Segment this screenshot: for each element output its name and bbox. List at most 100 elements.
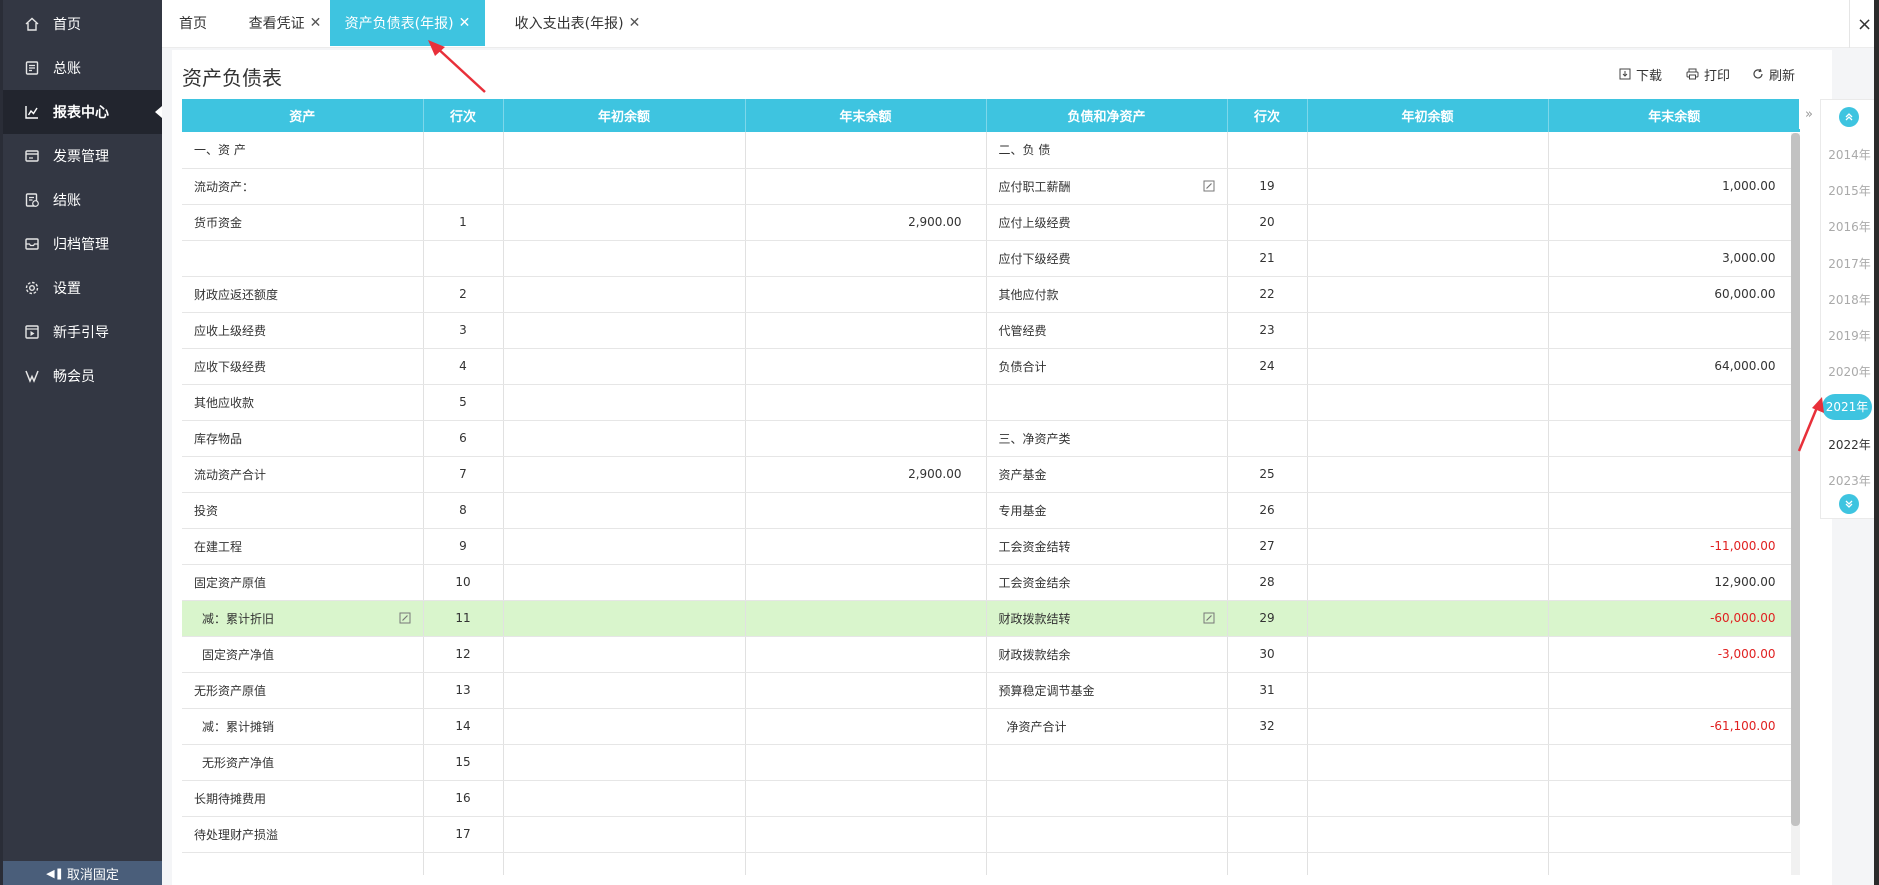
liability-end-balance-cell[interactable] — [1548, 420, 1800, 457]
asset-begin-balance-cell[interactable] — [503, 420, 746, 457]
liability-end-balance-cell[interactable]: 1,000.00 — [1548, 168, 1800, 205]
year-option[interactable]: 2014年 — [1820, 146, 1879, 163]
collapse-year-panel-button[interactable]: » — [1799, 99, 1819, 129]
asset-end-balance-cell[interactable] — [745, 816, 987, 853]
liability-begin-balance-cell[interactable] — [1307, 636, 1549, 673]
liability-end-balance-cell[interactable] — [1548, 852, 1800, 875]
asset-begin-balance-cell[interactable] — [503, 168, 746, 205]
sidebar-item-archive[interactable]: 归档管理 — [3, 222, 162, 266]
liability-begin-balance-cell[interactable] — [1307, 240, 1549, 277]
liability-begin-balance-cell[interactable] — [1307, 528, 1549, 565]
year-option[interactable]: 2021年 — [1822, 394, 1872, 421]
year-scroll-up-button[interactable] — [1839, 107, 1859, 127]
asset-begin-balance-cell[interactable] — [503, 348, 746, 385]
year-option[interactable]: 2023年 — [1820, 472, 1879, 489]
year-option[interactable]: 2015年 — [1820, 182, 1879, 199]
sidebar-item-guide[interactable]: 新手引导 — [3, 310, 162, 354]
close-icon[interactable]: ✕ — [310, 15, 322, 31]
year-option[interactable]: 2020年 — [1820, 363, 1879, 380]
year-option[interactable]: 2018年 — [1820, 291, 1879, 308]
asset-end-balance-cell[interactable] — [745, 636, 987, 673]
asset-begin-balance-cell[interactable] — [503, 456, 746, 493]
liability-begin-balance-cell[interactable] — [1307, 168, 1549, 205]
asset-end-balance-cell[interactable]: 2,900.00 — [745, 456, 987, 493]
liability-end-balance-cell[interactable] — [1548, 816, 1800, 853]
asset-begin-balance-cell[interactable] — [503, 852, 746, 875]
asset-begin-balance-cell[interactable] — [503, 492, 746, 529]
liability-begin-balance-cell[interactable] — [1307, 816, 1549, 853]
liability-end-balance-cell[interactable] — [1548, 672, 1800, 709]
liability-end-balance-cell[interactable] — [1548, 204, 1800, 241]
asset-begin-balance-cell[interactable] — [503, 672, 746, 709]
liability-begin-balance-cell[interactable] — [1307, 600, 1549, 637]
liability-begin-balance-cell[interactable] — [1307, 276, 1549, 313]
liability-begin-balance-cell[interactable] — [1307, 420, 1549, 457]
asset-begin-balance-cell[interactable] — [503, 384, 746, 421]
liability-end-balance-cell[interactable] — [1548, 456, 1800, 493]
asset-end-balance-cell[interactable] — [745, 168, 987, 205]
year-scroll-down-button[interactable] — [1839, 494, 1859, 514]
tab-income-statement[interactable]: 收入支出表(年报) ✕ — [500, 0, 655, 46]
year-option[interactable]: 2019年 — [1820, 327, 1879, 344]
sidebar-item-checkout[interactable]: 结账 — [3, 178, 162, 222]
asset-begin-balance-cell[interactable] — [503, 276, 746, 313]
unpin-sidebar-button[interactable]: ◀❚ 取消固定 — [3, 861, 162, 885]
asset-begin-balance-cell[interactable] — [503, 816, 746, 853]
asset-end-balance-cell[interactable] — [745, 600, 987, 637]
liability-end-balance-cell[interactable]: -3,000.00 — [1548, 636, 1800, 673]
asset-begin-balance-cell[interactable] — [503, 204, 746, 241]
liability-end-balance-cell[interactable]: -61,100.00 — [1548, 708, 1800, 745]
year-option[interactable]: 2022年 — [1820, 436, 1879, 453]
asset-end-balance-cell[interactable] — [745, 312, 987, 349]
asset-begin-balance-cell[interactable] — [503, 132, 746, 169]
asset-end-balance-cell[interactable] — [745, 420, 987, 457]
liability-end-balance-cell[interactable] — [1548, 384, 1800, 421]
asset-begin-balance-cell[interactable] — [503, 564, 746, 601]
asset-end-balance-cell[interactable] — [745, 276, 987, 313]
liability-end-balance-cell[interactable]: 3,000.00 — [1548, 240, 1800, 277]
year-option[interactable]: 2017年 — [1820, 255, 1879, 272]
print-button[interactable]: 打印 — [1686, 66, 1730, 84]
liability-begin-balance-cell[interactable] — [1307, 744, 1549, 781]
asset-end-balance-cell[interactable] — [745, 564, 987, 601]
refresh-button[interactable]: 刷新 — [1752, 66, 1795, 84]
asset-end-balance-cell[interactable] — [745, 852, 987, 875]
asset-end-balance-cell[interactable] — [745, 708, 987, 745]
liability-begin-balance-cell[interactable] — [1307, 312, 1549, 349]
sidebar-item-reports[interactable]: 报表中心 — [3, 90, 162, 134]
liability-begin-balance-cell[interactable] — [1307, 204, 1549, 241]
tab-view-voucher[interactable]: 查看凭证 ✕ — [224, 0, 346, 46]
liability-end-balance-cell[interactable] — [1548, 780, 1800, 817]
asset-begin-balance-cell[interactable] — [503, 528, 746, 565]
liability-begin-balance-cell[interactable] — [1307, 384, 1549, 421]
asset-begin-balance-cell[interactable] — [503, 312, 746, 349]
liability-end-balance-cell[interactable]: 60,000.00 — [1548, 276, 1800, 313]
liability-end-balance-cell[interactable]: 64,000.00 — [1548, 348, 1800, 385]
asset-end-balance-cell[interactable] — [745, 528, 987, 565]
asset-end-balance-cell[interactable]: 2,900.00 — [745, 204, 987, 241]
liability-begin-balance-cell[interactable] — [1307, 672, 1549, 709]
edit-formula-icon[interactable] — [399, 612, 411, 624]
liability-end-balance-cell[interactable] — [1548, 744, 1800, 781]
edit-formula-icon[interactable] — [1203, 180, 1215, 192]
asset-begin-balance-cell[interactable] — [503, 636, 746, 673]
year-option[interactable]: 2016年 — [1820, 218, 1879, 235]
close-icon[interactable]: ✕ — [459, 15, 471, 31]
asset-end-balance-cell[interactable] — [745, 240, 987, 277]
liability-end-balance-cell[interactable] — [1548, 312, 1800, 349]
liability-end-balance-cell[interactable]: -11,000.00 — [1548, 528, 1800, 565]
sidebar-item-ledger[interactable]: 总账 — [3, 46, 162, 90]
liability-begin-balance-cell[interactable] — [1307, 456, 1549, 493]
close-icon[interactable]: ✕ — [629, 15, 641, 31]
edit-formula-icon[interactable] — [1203, 612, 1215, 624]
liability-begin-balance-cell[interactable] — [1307, 564, 1549, 601]
tab-home[interactable]: 首页 — [162, 0, 224, 46]
download-button[interactable]: 下载 — [1619, 66, 1662, 84]
asset-end-balance-cell[interactable] — [745, 348, 987, 385]
liability-end-balance-cell[interactable]: 12,900.00 — [1548, 564, 1800, 601]
asset-end-balance-cell[interactable] — [745, 744, 987, 781]
asset-end-balance-cell[interactable] — [745, 672, 987, 709]
liability-begin-balance-cell[interactable] — [1307, 492, 1549, 529]
asset-begin-balance-cell[interactable] — [503, 600, 746, 637]
liability-begin-balance-cell[interactable] — [1307, 852, 1549, 875]
